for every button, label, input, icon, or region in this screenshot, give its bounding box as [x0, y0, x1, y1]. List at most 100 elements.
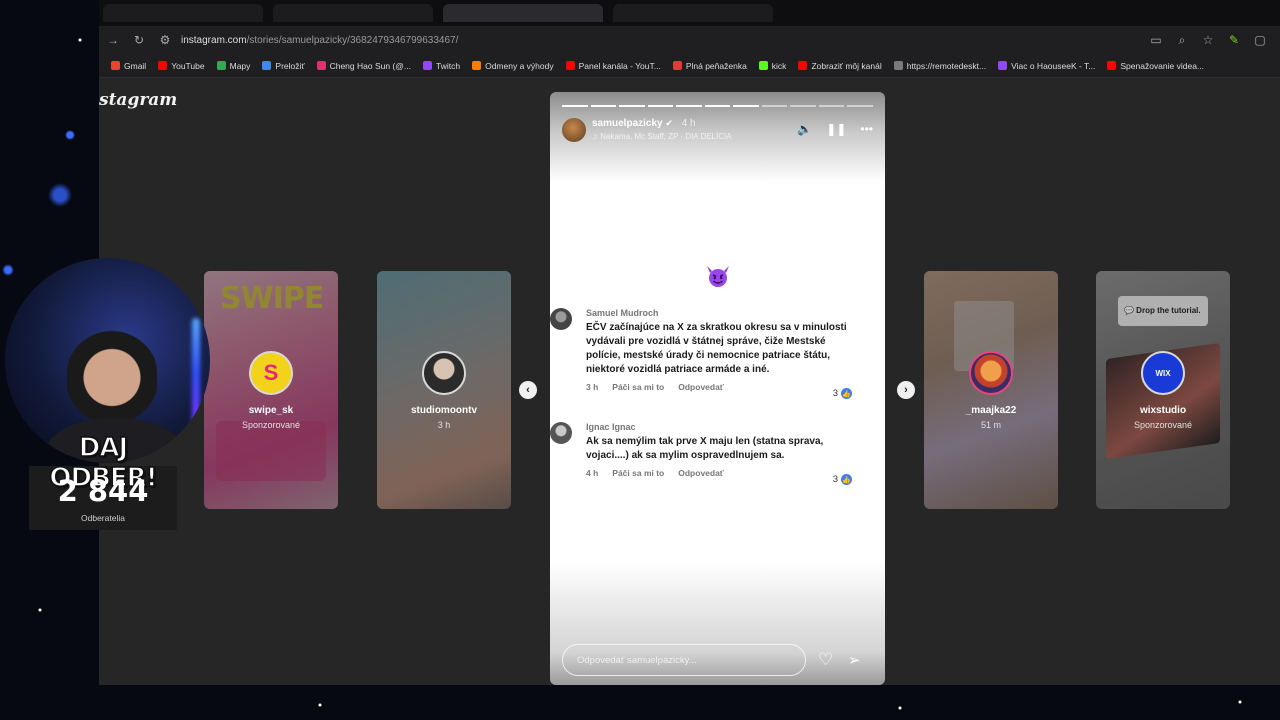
bookmark-favicon-icon [565, 61, 575, 70]
story-music-text: Nakama, Mc Staff, ZP · DIA DELÍCIA [600, 132, 732, 141]
bookmark-favicon-icon [998, 61, 1008, 70]
bookmark-item[interactable]: Preložiť [262, 60, 305, 71]
led-strip [192, 318, 200, 428]
zoom-icon[interactable]: ⌕ [1174, 32, 1190, 48]
avatar[interactable] [550, 308, 572, 330]
heart-icon[interactable]: ♡ [818, 650, 833, 670]
comment-likes: 3 👍 [833, 388, 852, 399]
story-reply-input[interactable] [562, 644, 806, 676]
like-count: 3 [832, 474, 838, 485]
bookmark-item[interactable]: Odmeny a výhody [472, 61, 554, 71]
site-settings-icon[interactable]: ⚙ [157, 32, 173, 48]
story-card-sub: Sponzorované [241, 420, 301, 430]
bookmark-label: https://remotedeskt... [906, 60, 987, 71]
bookmark-label: Plná peňaženka [685, 60, 747, 71]
story-card-wixstudio[interactable]: 💬 Drop the tutorial. WIX wixstudio Sponz… [1096, 271, 1230, 509]
like-count: 3 [832, 388, 838, 399]
progress-segment [562, 105, 588, 107]
comment-author: Samuel Mudroch [586, 308, 659, 318]
bookmark-favicon-icon [316, 61, 326, 70]
bookmark-item[interactable]: Gmail [111, 61, 146, 71]
bookmark-item[interactable]: Plná peňaženka [672, 60, 747, 71]
bookmark-label: kick [771, 60, 787, 71]
tab-strip [99, 0, 1280, 26]
story-card-maajka22[interactable]: _maajka22 51 m [924, 271, 1058, 509]
bookmark-item[interactable]: kick [758, 60, 787, 71]
progress-segment [733, 105, 759, 107]
comment: Ignac Ignac Ak sa nemýlim tak prve X maj… [550, 422, 856, 485]
comment-text: EČV začínajúce na X za skratkou okresu s… [586, 322, 847, 375]
mute-icon[interactable]: 🔈 [797, 122, 812, 136]
subscriber-label: Odberatelia [81, 513, 125, 523]
bookmark-favicon-icon [111, 61, 120, 70]
avatar: S [249, 351, 293, 395]
story-music[interactable]: ♫ Nakama, Mc Staff, ZP · DIA DELÍCIA [592, 132, 732, 141]
progress-segment [676, 105, 702, 107]
avatar [969, 351, 1013, 395]
comment-likes: 3 👍 [833, 474, 852, 485]
avatar [422, 351, 466, 395]
bookmark-star-icon[interactable]: ☆ [1200, 32, 1216, 48]
bookmark-favicon-icon [1107, 61, 1117, 70]
active-story[interactable]: samuelpazicky ✔ 4 h ♫ Nakama, Mc Staff, … [550, 92, 885, 685]
story-author[interactable]: samuelpazicky ✔ 4 h [592, 118, 696, 129]
story-card-studiomoontv[interactable]: studiomoontv 3 h [377, 271, 511, 509]
bookmark-item[interactable]: YouTube [158, 60, 205, 71]
story-card-swipe[interactable]: SWIPE S swipe_sk Sponzorované [204, 271, 338, 509]
bookmark-label: Zobraziť môj kanál [811, 60, 882, 71]
comment-reply-link[interactable]: Odpovedať [678, 468, 724, 478]
address-bar[interactable]: ⚙ instagram.com/stories/samuelpazicky/36… [157, 29, 1138, 51]
comment-time: 3 h [586, 382, 599, 392]
bookmark-item[interactable]: https://remotedeskt... [893, 60, 987, 71]
send-icon[interactable]: ➢ [848, 651, 861, 669]
thumbs-up-icon: 👍 [841, 474, 852, 485]
bookmark-item[interactable]: Viac o HaouseeK - T... [998, 61, 1095, 71]
browser-tab-active[interactable] [443, 4, 603, 22]
url-path: /stories/samuelpazicky/36824793467996334… [246, 34, 459, 46]
story-card-name: _maajka22 [965, 405, 1017, 416]
bookmarks-bar: Gmail YouTube Mapy Preložiť Cheng Hao Sun (@… [99, 54, 1280, 78]
avatar[interactable] [550, 422, 572, 444]
comment-reply-link[interactable]: Odpovedať [678, 382, 724, 392]
cast-icon[interactable]: ▭ [1148, 32, 1164, 48]
browser-window: → ↻ ⚙ instagram.com/stories/samuelpazick… [99, 0, 1280, 685]
previous-story-button[interactable]: ‹ [519, 381, 537, 399]
instagram-logo[interactable]: stagram [99, 90, 177, 110]
avatar[interactable] [562, 118, 586, 142]
comment-like-link[interactable]: Páči sa mi to [612, 382, 664, 392]
bookmark-label: Mapy [229, 60, 251, 71]
bookmark-item[interactable]: Mapy [216, 60, 251, 71]
bookmark-item[interactable]: Twitch [422, 61, 460, 71]
progress-segment [761, 105, 788, 107]
reload-icon[interactable]: ↻ [131, 32, 147, 48]
bookmark-label: Spenažovanie videa... [1120, 60, 1205, 71]
browser-tab[interactable] [103, 4, 263, 22]
comment-like-link[interactable]: Páči sa mi to [612, 468, 664, 478]
bookmark-label: Odmeny a výhody [485, 60, 554, 71]
verified-icon: ✔ [665, 118, 673, 128]
bookmark-label: YouTube [171, 60, 205, 71]
comment-text: Ak sa nemýlim tak prve X maju len (statn… [586, 436, 824, 461]
story-card-sub: Sponzorované [1133, 420, 1193, 430]
instagram-page: stagram SWIPE S swipe_sk Sponzorované st… [99, 78, 1280, 685]
extension-leaf-icon[interactable]: ✎ [1226, 32, 1242, 48]
next-story-button[interactable]: › [897, 381, 915, 399]
bookmark-item[interactable]: Spenažovanie videa... [1107, 61, 1204, 71]
story-username: samuelpazicky [592, 118, 663, 129]
bookmark-item[interactable]: Zobraziť môj kanál [798, 60, 882, 71]
comment-meta: 3 h Páči sa mi to Odpovedať [586, 382, 856, 392]
bookmark-label: Panel kanála - YouT... [578, 60, 661, 71]
browser-tab[interactable] [273, 4, 433, 22]
extensions-icon[interactable]: ▢ [1252, 32, 1268, 48]
forward-icon[interactable]: → [105, 32, 121, 48]
url-host: instagram.com [181, 34, 247, 46]
pause-icon[interactable]: ❚❚ [826, 122, 846, 136]
comment: Samuel Mudroch EČV začínajúce na X za sk… [550, 308, 856, 399]
story-progress-bar [562, 105, 874, 107]
bookmark-favicon-icon [893, 61, 903, 70]
browser-tab[interactable] [613, 4, 773, 22]
more-options-icon[interactable]: ••• [860, 122, 873, 136]
bookmark-item[interactable]: Cheng Hao Sun (@... [316, 61, 411, 71]
bookmark-item[interactable]: Panel kanála - YouT... [565, 60, 661, 71]
bookmark-label: Preložiť [275, 60, 305, 71]
